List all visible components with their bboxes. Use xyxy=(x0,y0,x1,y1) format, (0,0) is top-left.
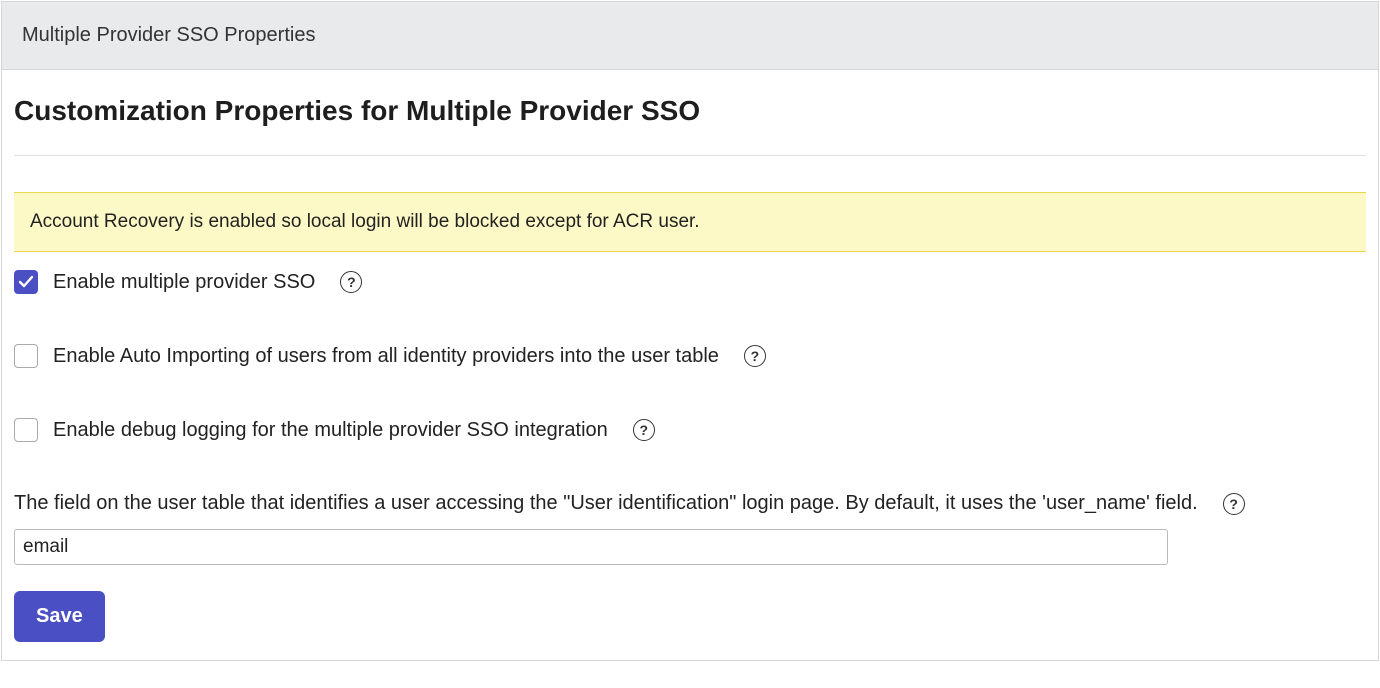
properties-panel: Multiple Provider SSO Properties Customi… xyxy=(1,1,1379,661)
panel-header: Multiple Provider SSO Properties xyxy=(2,2,1378,70)
user-id-field-input[interactable] xyxy=(14,529,1168,565)
save-button[interactable]: Save xyxy=(14,591,105,642)
alert-banner: Account Recovery is enabled so local log… xyxy=(14,192,1366,252)
help-icon[interactable] xyxy=(1223,493,1245,515)
auto-import-checkbox[interactable] xyxy=(14,344,38,368)
content: Customization Properties for Multiple Pr… xyxy=(2,70,1378,660)
checkmark-icon xyxy=(18,274,34,290)
user-id-field-label-row: The field on the user table that identif… xyxy=(14,492,1366,515)
debug-log-row: Enable debug logging for the multiple pr… xyxy=(14,418,1366,442)
help-icon[interactable] xyxy=(340,271,362,293)
auto-import-label: Enable Auto Importing of users from all … xyxy=(53,345,719,368)
user-id-field-input-wrap xyxy=(14,529,1366,565)
panel-header-title: Multiple Provider SSO Properties xyxy=(22,24,1358,47)
auto-import-row: Enable Auto Importing of users from all … xyxy=(14,344,1366,368)
divider xyxy=(14,155,1366,156)
help-icon[interactable] xyxy=(744,345,766,367)
enable-sso-checkbox[interactable] xyxy=(14,270,38,294)
page-title: Customization Properties for Multiple Pr… xyxy=(14,95,1366,155)
debug-log-label: Enable debug logging for the multiple pr… xyxy=(53,419,608,442)
enable-sso-row: Enable multiple provider SSO xyxy=(14,270,1366,294)
enable-sso-label: Enable multiple provider SSO xyxy=(53,271,315,294)
alert-message: Account Recovery is enabled so local log… xyxy=(30,211,700,232)
user-id-field-label: The field on the user table that identif… xyxy=(14,492,1198,515)
help-icon[interactable] xyxy=(633,419,655,441)
debug-log-checkbox[interactable] xyxy=(14,418,38,442)
